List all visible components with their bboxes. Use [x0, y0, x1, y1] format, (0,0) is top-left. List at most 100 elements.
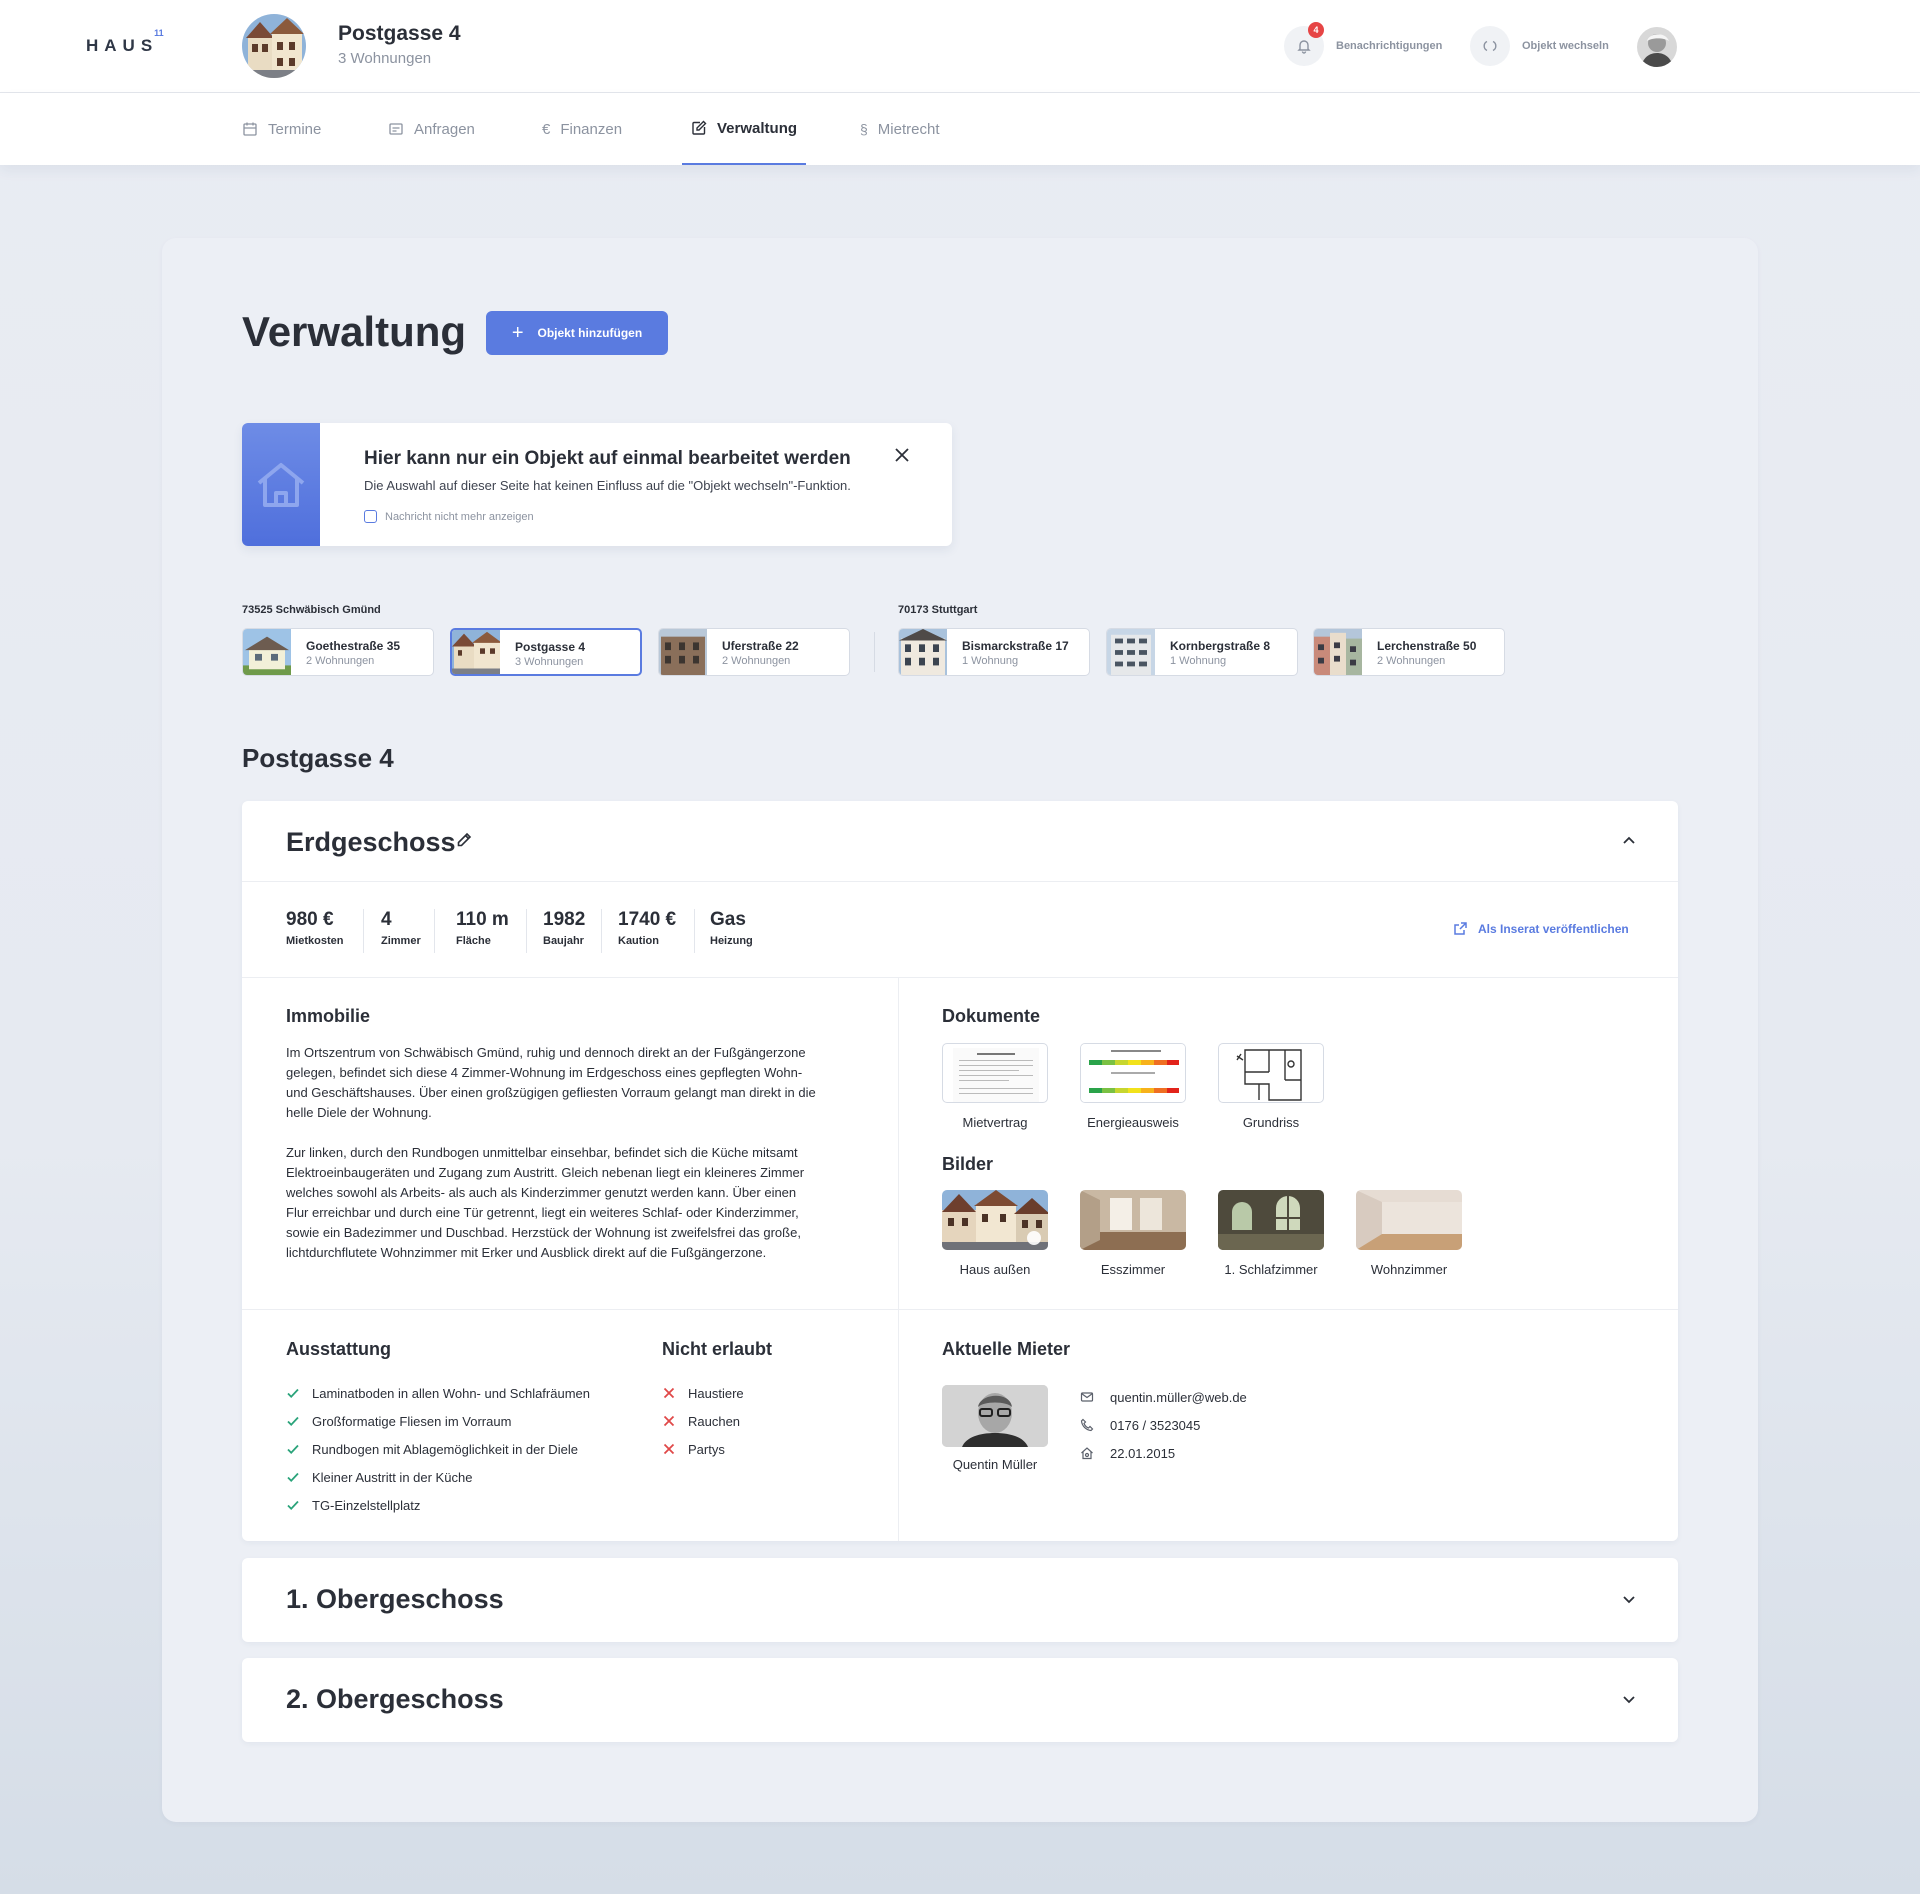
stat-value: 1740 € — [618, 909, 677, 930]
floor-panel-erdgeschoss: Erdgeschoss 980 € Mietkosten 4 Zimmer 110 … — [242, 801, 1678, 1541]
object-units: 2 Wohnungen — [306, 655, 375, 667]
image-haus-aussen[interactable]: Haus außen — [942, 1190, 1048, 1277]
publish-label: Als Inserat veröffentlichen — [1478, 921, 1629, 936]
ausstattung-item: Großformatige Fliesen im Vorraum — [312, 1413, 512, 1429]
tab-anfragen[interactable]: Anfragen — [388, 93, 475, 165]
object-name: Lerchenstraße 50 — [1377, 639, 1477, 653]
object-units: 1 Wohnung — [962, 655, 1019, 667]
notice-text: Die Auswahl auf dieser Seite hat keinen … — [364, 478, 851, 493]
tenant-email[interactable]: quentin.müller@web.de — [1080, 1383, 1247, 1411]
image-caption: Haus außen — [959, 1262, 1031, 1277]
nicht-erlaubt-item: Haustiere — [688, 1385, 744, 1401]
divider — [242, 977, 1678, 978]
object-name: Goethestraße 35 — [306, 639, 401, 653]
document-mietvertrag[interactable]: Mietvertrag — [942, 1043, 1048, 1130]
dokumente-heading: Dokumente — [942, 1006, 1041, 1026]
list-item: Großformatige Fliesen im Vorraum — [286, 1407, 590, 1435]
chevron-down-icon[interactable] — [1620, 1590, 1638, 1608]
image-thumbnail — [1356, 1190, 1462, 1250]
check-icon — [287, 1500, 299, 1510]
notifications-button[interactable]: 4 Benachrichtigungen — [1284, 22, 1443, 66]
edit-icon — [692, 120, 707, 135]
notice-title: Hier kann nur ein Objekt auf einmal bear… — [364, 448, 851, 469]
tab-finanzen[interactable]: € Finanzen — [542, 93, 622, 165]
stat-value: 1982 — [543, 909, 586, 930]
list-item: TG-Einzelstellplatz — [286, 1491, 590, 1519]
notifications-label: Benachrichtigungen — [1336, 40, 1443, 52]
publish-listing-link[interactable]: Als Inserat veröffentlichen — [1453, 921, 1629, 936]
immobilie-paragraph-1: Im Ortszentrum von Schwäbisch Gmünd, ruh… — [286, 1045, 816, 1120]
dont-show-again-checkbox[interactable]: Nachricht nicht mehr anzeigen — [364, 510, 534, 523]
tab-verwaltung[interactable]: Verwaltung — [682, 93, 807, 165]
nicht-erlaubt-heading: Nicht erlaubt — [662, 1339, 773, 1359]
image-wohnzimmer[interactable]: Wohnzimmer — [1356, 1190, 1462, 1277]
object-card-kornbergstrasse[interactable]: Kornbergstraße 8 1 Wohnung — [1106, 628, 1298, 676]
selected-object-title: Postgasse 4 — [242, 743, 394, 773]
list-item: Haustiere — [662, 1379, 744, 1407]
column-divider — [898, 977, 899, 1541]
stat-kaution: 1740 € Kaution — [618, 909, 676, 947]
object-thumbnail — [899, 629, 947, 675]
object-thumbnail — [1314, 629, 1362, 675]
check-icon — [287, 1444, 299, 1454]
document-grundriss[interactable]: Grundriss — [1218, 1043, 1324, 1130]
tab-termine[interactable]: Termine — [242, 93, 321, 165]
tenant-since-text: 22.01.2015 — [1110, 1445, 1176, 1461]
image-caption: Esszimmer — [1100, 1262, 1166, 1277]
floor-title: 1. Obergeschoss — [286, 1584, 504, 1614]
inbox-icon — [389, 123, 403, 135]
add-object-button[interactable]: + Objekt hinzufügen — [486, 311, 668, 355]
divider — [242, 881, 1678, 882]
current-object-subtitle: 3 Wohnungen — [338, 50, 432, 67]
floor-panel-1-og[interactable]: 1. Obergeschoss — [242, 1558, 1678, 1642]
document-thumbnail — [1080, 1043, 1186, 1103]
object-name: Uferstraße 22 — [722, 639, 799, 653]
object-units: 2 Wohnungen — [1377, 655, 1446, 667]
checkbox-box[interactable] — [364, 510, 377, 523]
document-caption: Energieausweis — [1087, 1115, 1179, 1130]
divider — [242, 1309, 1678, 1310]
object-units: 1 Wohnung — [1170, 655, 1227, 667]
document-energieausweis[interactable]: Energieausweis — [1080, 1043, 1186, 1130]
check-icon — [287, 1416, 299, 1426]
tenant-phone[interactable]: 0176 / 3523045 — [1080, 1411, 1247, 1439]
logo-sup: 11 — [154, 28, 164, 39]
tab-mietrecht[interactable]: § Mietrecht — [860, 93, 939, 165]
haus-logo[interactable]: HAUS11 — [86, 28, 164, 56]
object-card-postgasse[interactable]: Postgasse 4 3 Wohnungen — [450, 628, 642, 676]
group-label-gmuend: 73525 Schwäbisch Gmünd — [242, 604, 381, 616]
image-esszimmer[interactable]: Esszimmer — [1080, 1190, 1186, 1277]
pencil-icon[interactable] — [455, 831, 473, 849]
close-icon[interactable] — [892, 445, 912, 465]
tenant-avatar[interactable] — [942, 1385, 1048, 1447]
user-avatar[interactable] — [1637, 27, 1677, 67]
chevron-down-icon[interactable] — [1620, 1690, 1638, 1708]
object-card-bismarckstrasse[interactable]: Bismarckstraße 17 1 Wohnung — [898, 628, 1090, 676]
object-card-uferstrasse[interactable]: Uferstraße 22 2 Wohnungen — [658, 628, 850, 676]
image-caption: Wohnzimmer — [1370, 1262, 1448, 1277]
image-thumbnail — [942, 1190, 1048, 1250]
stat-flaeche: 110 m Fläche — [456, 909, 509, 947]
document-caption: Mietvertrag — [962, 1115, 1028, 1130]
check-icon — [287, 1472, 299, 1482]
stat-label: Fläche — [456, 935, 491, 947]
object-card-goethestrasse[interactable]: Goethestraße 35 2 Wohnungen — [242, 628, 434, 676]
nicht-erlaubt-item: Rauchen — [688, 1413, 741, 1429]
stat-label: Baujahr — [543, 935, 584, 947]
object-name: Kornbergstraße 8 — [1170, 639, 1271, 653]
stat-divider — [363, 909, 364, 953]
stat-divider — [601, 909, 602, 953]
list-item: Rundbogen mit Ablagemöglichkeit in der D… — [286, 1435, 590, 1463]
bell-icon: 4 — [1284, 22, 1324, 66]
mail-icon — [1080, 1392, 1094, 1402]
ausstattung-item: Kleiner Austritt in der Küche — [312, 1469, 473, 1485]
stat-baujahr: 1982 Baujahr — [543, 909, 585, 947]
floor-panel-2-og[interactable]: 2. Obergeschoss — [242, 1658, 1678, 1742]
bilder-heading: Bilder — [942, 1154, 994, 1174]
image-schlafzimmer[interactable]: 1. Schlafzimmer — [1218, 1190, 1324, 1277]
object-card-lerchenstrasse[interactable]: Lerchenstraße 50 2 Wohnungen — [1313, 628, 1505, 676]
chevron-up-icon[interactable] — [1620, 832, 1638, 850]
cross-icon — [663, 1443, 675, 1455]
object-name: Bismarckstraße 17 — [962, 639, 1069, 653]
switch-object-button[interactable]: Objekt wechseln — [1470, 26, 1609, 66]
